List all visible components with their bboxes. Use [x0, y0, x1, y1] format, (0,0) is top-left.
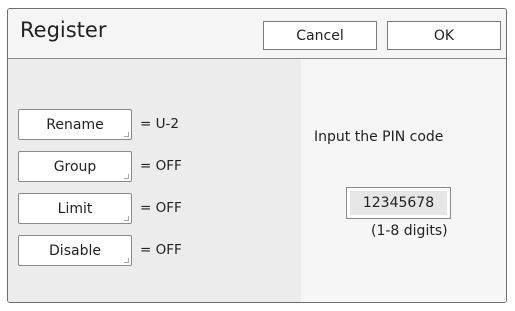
pin-pane: Input the PIN code 12345678 (1-8 digits)	[301, 59, 506, 302]
pin-label: Input the PIN code	[314, 129, 444, 145]
limit-value: = OFF	[140, 200, 182, 216]
rename-button[interactable]: Rename	[18, 109, 132, 140]
group-value: = OFF	[140, 158, 182, 174]
group-button[interactable]: Group	[18, 151, 132, 182]
dialog-header: Register Cancel OK	[8, 9, 506, 59]
cancel-button[interactable]: Cancel	[263, 21, 377, 50]
pin-hint: (1-8 digits)	[371, 223, 448, 239]
dialog-title: Register	[20, 18, 107, 42]
pin-input-value: 12345678	[350, 191, 447, 215]
disable-value: = OFF	[140, 242, 182, 258]
settings-pane: Rename = U-2 Group = OFF Limit = OFF Dis…	[8, 59, 301, 302]
ok-button[interactable]: OK	[387, 21, 501, 50]
disable-button[interactable]: Disable	[18, 235, 132, 266]
limit-button[interactable]: Limit	[18, 193, 132, 224]
rename-value: = U-2	[140, 116, 179, 132]
register-dialog: Register Cancel OK Rename = U-2 Group = …	[7, 8, 507, 303]
pin-input[interactable]: 12345678	[346, 187, 451, 219]
